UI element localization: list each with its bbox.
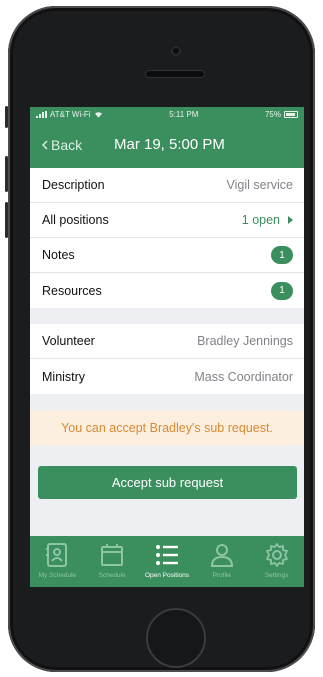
tab-settings-label: Settings bbox=[264, 572, 289, 579]
gear-icon bbox=[265, 543, 288, 567]
tab-schedule[interactable]: Schedule bbox=[85, 542, 139, 579]
tab-open-positions[interactable]: Open Positions bbox=[140, 542, 194, 579]
status-bar: AT&T Wi-Fi 5:11 PM 75% bbox=[30, 107, 304, 121]
page-title: Mar 19, 5:00 PM bbox=[114, 136, 225, 153]
notes-count-badge: 1 bbox=[271, 246, 293, 264]
volunteer-label: Volunteer bbox=[42, 334, 95, 348]
all-positions-label: All positions bbox=[42, 213, 109, 227]
chevron-left-icon bbox=[42, 140, 48, 149]
tab-profile[interactable]: Profile bbox=[195, 542, 249, 579]
app-screen: AT&T Wi-Fi 5:11 PM 75% Back Mar 19, 5:00… bbox=[30, 107, 304, 587]
assignment-group: Volunteer Bradley Jennings Ministry Mass… bbox=[30, 324, 304, 394]
volume-up-button bbox=[5, 156, 8, 192]
wifi-icon bbox=[94, 111, 102, 118]
section-separator bbox=[30, 308, 304, 324]
volunteer-row: Volunteer Bradley Jennings bbox=[30, 324, 304, 359]
back-label: Back bbox=[51, 136, 83, 153]
ministry-row: Ministry Mass Coordinator bbox=[30, 359, 304, 394]
notes-label: Notes bbox=[42, 248, 75, 262]
resources-row[interactable]: Resources 1 bbox=[30, 273, 304, 308]
resources-label: Resources bbox=[42, 283, 102, 298]
open-positions-count: 1 open bbox=[241, 213, 280, 227]
home-button[interactable] bbox=[146, 608, 206, 668]
contact-card-icon bbox=[46, 543, 68, 567]
signal-icon bbox=[36, 110, 47, 118]
navigation-bar: Back Mar 19, 5:00 PM bbox=[30, 121, 304, 168]
resources-count-badge: 1 bbox=[271, 281, 293, 300]
tab-open-positions-label: Open Positions bbox=[144, 572, 190, 579]
tab-my-schedule-label: My Schedule bbox=[38, 572, 77, 579]
back-button[interactable]: Back bbox=[42, 137, 82, 153]
disclosure-arrow-icon bbox=[288, 216, 293, 224]
tab-bar: My Schedule Schedule Open Positions Prof… bbox=[30, 536, 304, 587]
mute-switch bbox=[5, 106, 8, 128]
tab-settings[interactable]: Settings bbox=[250, 542, 304, 579]
battery-percent: 75% bbox=[264, 109, 281, 119]
tab-schedule-label: Schedule bbox=[98, 572, 126, 579]
status-time: 5:11 PM bbox=[169, 109, 199, 119]
calendar-icon bbox=[101, 544, 124, 566]
list-icon bbox=[155, 545, 178, 565]
person-icon bbox=[210, 544, 233, 567]
carrier-label: AT&T Wi-Fi bbox=[50, 109, 91, 119]
details-group: Description Vigil service All positions … bbox=[30, 168, 304, 308]
section-separator bbox=[30, 394, 304, 410]
description-row: Description Vigil service bbox=[30, 168, 304, 203]
volunteer-value: Bradley Jennings bbox=[197, 334, 293, 348]
all-positions-row[interactable]: All positions 1 open bbox=[30, 203, 304, 238]
ministry-label: Ministry bbox=[42, 369, 86, 384]
ministry-value: Mass Coordinator bbox=[194, 369, 293, 384]
notes-row[interactable]: Notes 1 bbox=[30, 238, 304, 273]
tab-my-schedule[interactable]: My Schedule bbox=[30, 542, 84, 579]
accept-sub-request-button[interactable]: Accept sub request bbox=[38, 466, 297, 499]
tab-profile-label: Profile bbox=[212, 572, 231, 579]
earpiece-speaker bbox=[145, 70, 205, 78]
description-value: Vigil service bbox=[226, 178, 293, 192]
front-camera bbox=[171, 46, 181, 56]
description-label: Description bbox=[42, 178, 105, 192]
battery-icon bbox=[284, 110, 298, 118]
sub-request-notice: You can accept Bradley's sub request. bbox=[30, 410, 304, 446]
volume-down-button bbox=[5, 202, 8, 238]
